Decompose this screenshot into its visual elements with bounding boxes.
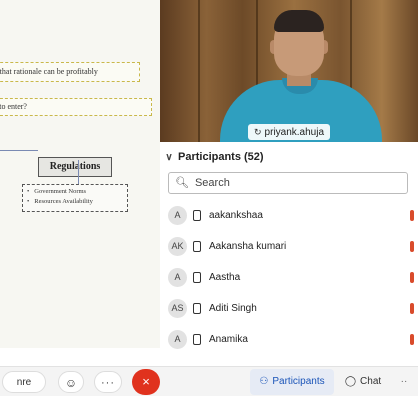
video-participant-name: priyank.ahuja <box>264 127 325 138</box>
chat-button[interactable]: ◯ Chat <box>338 371 388 393</box>
user-sync-icon: ↻ <box>254 127 262 137</box>
participants-button-label: Participants <box>272 376 325 387</box>
slide-connector-line <box>0 150 38 151</box>
smiley-icon: ☺ <box>64 376 78 390</box>
participants-header[interactable]: ∨ Participants (52) <box>160 148 264 166</box>
person-hair <box>274 10 324 32</box>
phone-icon <box>193 334 201 345</box>
mic-muted-icon[interactable] <box>410 334 414 345</box>
participant-name: aakankshaa <box>209 210 263 221</box>
participant-name: Aditi Singh <box>209 303 257 314</box>
mic-muted-icon[interactable] <box>410 241 414 252</box>
slide-text-box-1: f that rationale can be profitably <box>0 62 140 82</box>
search-placeholder: Search <box>194 177 230 189</box>
chat-bubble-icon: ◯ <box>344 376 357 387</box>
list-item[interactable]: AK Aakansha kumari <box>168 231 418 262</box>
overflow-button[interactable]: ·· <box>394 371 414 393</box>
more-options-button[interactable]: ··· <box>94 371 122 393</box>
search-icon: 🔍︎ <box>175 177 189 189</box>
phone-icon <box>193 303 201 314</box>
participant-name: Aakansha kumari <box>209 241 287 252</box>
people-icon: ⚇ <box>259 376 269 387</box>
slide-connector-line-2 <box>78 160 79 184</box>
chat-button-label: Chat <box>360 376 382 387</box>
regulations-list: Government Norms Resources Availability <box>22 184 128 212</box>
list-item[interactable]: AS Aditi Singh <box>168 293 418 324</box>
slide-text-1: f that rationale can be profitably <box>0 67 98 76</box>
shared-slide: f that rationale can be profitably l to … <box>0 0 160 348</box>
chevron-down-icon[interactable]: ∨ <box>160 152 178 163</box>
participants-search-input[interactable]: 🔍︎ Search <box>168 172 408 194</box>
regulations-item: Resources Availability <box>27 197 123 207</box>
regulations-title: Regulations <box>38 157 112 177</box>
avatar: A <box>168 206 187 225</box>
reactions-button[interactable]: ☺ <box>58 371 84 393</box>
participants-panel: ∨ Participants (52) 🔍︎ Search A aakanksha… <box>160 142 418 366</box>
avatar: AK <box>168 237 187 256</box>
participant-name: Anamika <box>209 334 248 345</box>
list-item[interactable]: A Aastha <box>168 262 418 293</box>
share-button[interactable]: nre <box>2 371 46 393</box>
slide-text-box-2: l to enter? <box>0 98 152 116</box>
meeting-toolbar: nre ☺ ··· × ⚇ Participants ◯ Chat ·· <box>0 366 418 396</box>
avatar: AS <box>168 299 187 318</box>
participants-title: Participants (52) <box>178 151 264 163</box>
participants-button[interactable]: ⚇ Participants <box>250 369 334 395</box>
regulations-item: Government Norms <box>27 187 123 197</box>
list-item[interactable]: A aakankshaa <box>168 200 418 231</box>
avatar: A <box>168 268 187 287</box>
wall-panel-line <box>198 0 200 142</box>
participants-list: A aakankshaa AK Aakansha kumari A Aastha… <box>168 200 418 355</box>
meeting-window: f that rationale can be profitably l to … <box>0 0 418 396</box>
mic-muted-icon[interactable] <box>410 303 414 314</box>
mic-muted-icon[interactable] <box>410 210 414 221</box>
avatar: A <box>168 330 187 349</box>
participant-name: Aastha <box>209 272 241 283</box>
video-name-tag: ↻ priyank.ahuja <box>248 124 331 140</box>
phone-icon <box>193 272 201 283</box>
video-tile[interactable]: ↻ priyank.ahuja <box>160 0 418 142</box>
mic-muted-icon[interactable] <box>410 272 414 283</box>
slide-text-2: l to enter? <box>0 102 27 111</box>
list-item[interactable]: A Anamika <box>168 324 418 355</box>
phone-icon <box>193 210 201 221</box>
phone-icon <box>193 241 201 252</box>
end-call-button[interactable]: × <box>132 369 160 395</box>
